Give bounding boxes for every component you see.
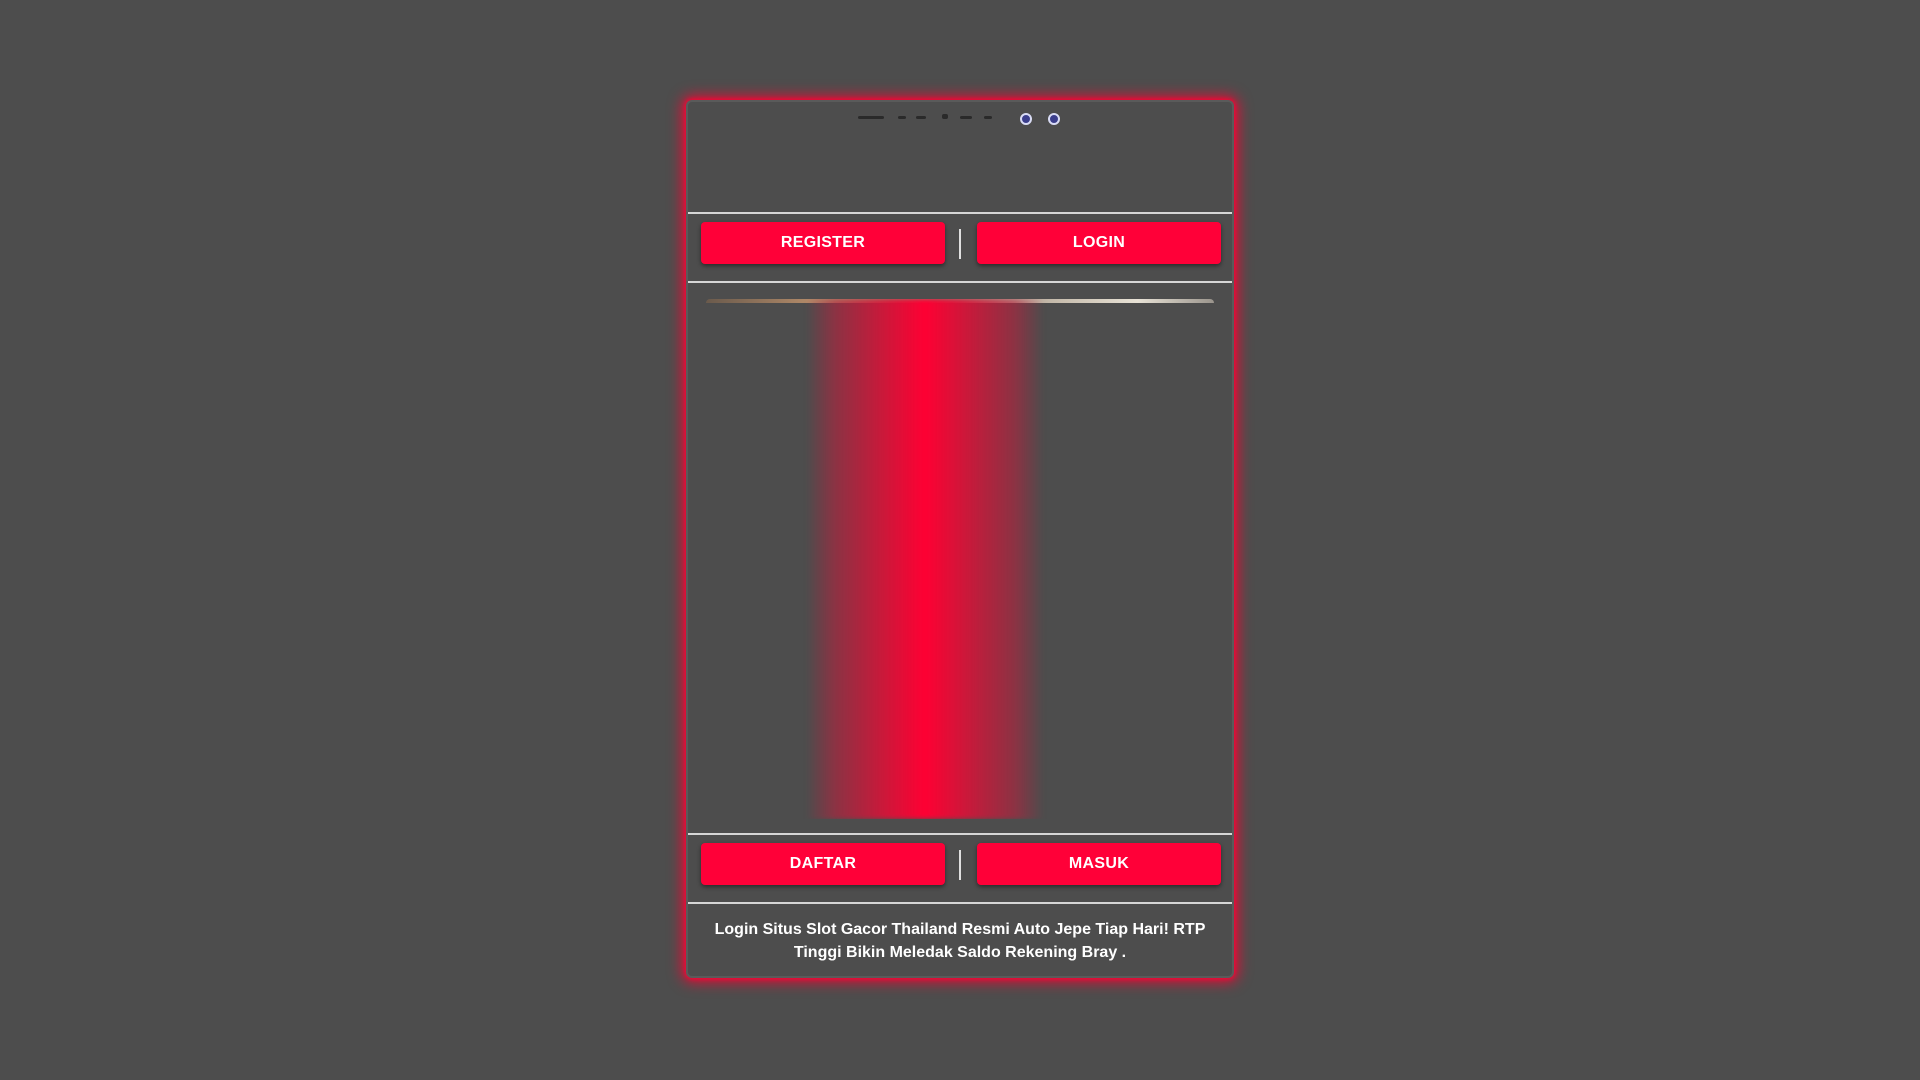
bottom-button-row: DAFTAR MASUK	[688, 843, 1232, 889]
landing-card: REGISTER LOGIN DAFTAR MASUK Login Situs …	[686, 100, 1234, 978]
daftar-button[interactable]: DAFTAR	[701, 843, 945, 885]
login-button[interactable]: LOGIN	[977, 222, 1221, 264]
promo-banner[interactable]	[706, 299, 1214, 819]
footer-description: Login Situs Slot Gacor Thailand Resmi Au…	[714, 921, 1206, 961]
register-button[interactable]: REGISTER	[701, 222, 945, 264]
top-button-row: REGISTER LOGIN	[688, 222, 1232, 268]
divider-footer	[688, 902, 1232, 904]
button-separator	[959, 229, 961, 259]
banner-glow-strip	[806, 299, 1044, 819]
site-logo[interactable]	[688, 102, 1232, 212]
logo-mark	[858, 113, 1068, 125]
button-separator	[959, 850, 961, 880]
masuk-button[interactable]: MASUK	[977, 843, 1221, 885]
divider-banner-top	[688, 281, 1232, 283]
divider-banner-bottom	[688, 833, 1232, 835]
footer-section: Login Situs Slot Gacor Thailand Resmi Au…	[708, 918, 1212, 964]
divider-top	[688, 212, 1232, 214]
